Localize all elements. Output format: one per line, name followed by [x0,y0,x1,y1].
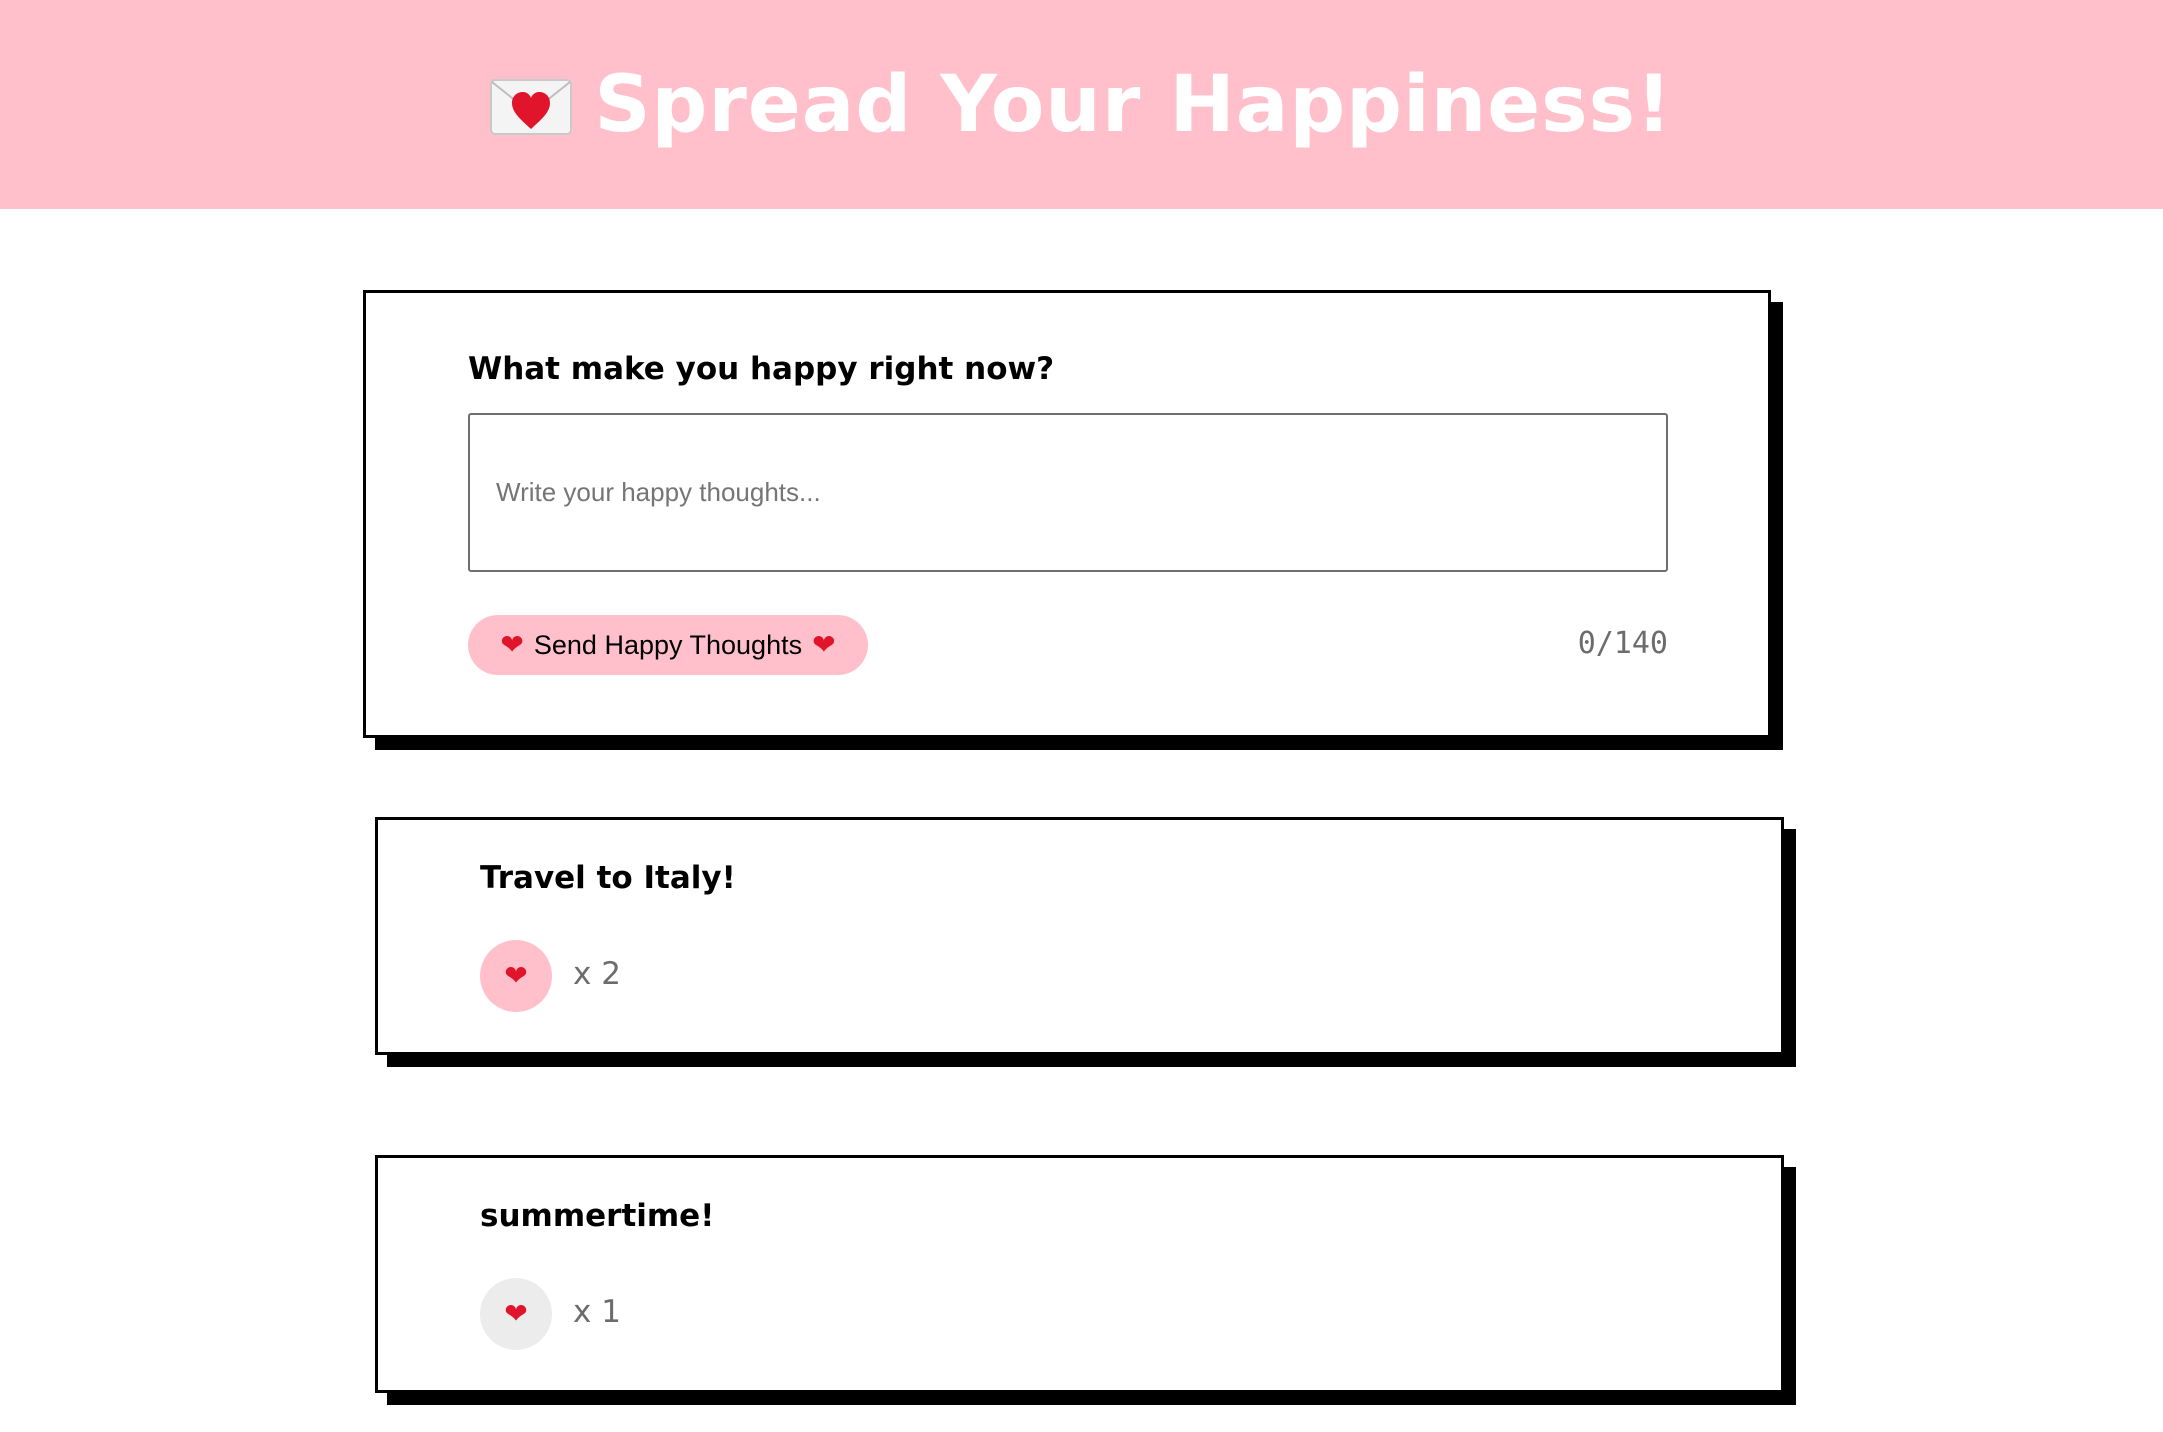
send-happy-thoughts-button[interactable]: ❤ Send Happy Thoughts ❤ [468,615,868,675]
character-counter: 0/140 [1577,626,1668,661]
thought-input[interactable] [468,413,1668,572]
happy-thought-form: What make you happy right now? ❤ Send Ha… [363,290,1771,738]
send-button-label: Send Happy Thoughts [533,629,803,660]
app-header: Spread Your Happiness! [0,0,2163,209]
love-letter-icon [490,78,573,135]
like-count: x 1 [573,1294,621,1330]
like-button[interactable]: ❤ [480,1278,552,1350]
heart-icon: ❤ [500,628,524,661]
like-count: x 2 [573,956,621,992]
heart-icon: ❤ [812,628,836,661]
heart-icon: ❤ [504,959,528,992]
header-title-group: Spread Your Happiness! [490,60,1672,150]
page-title: Spread Your Happiness! [594,59,1673,150]
form-question-label: What make you happy right now? [468,351,1055,387]
heart-icon: ❤ [504,1297,528,1330]
thought-text: Travel to Italy! [480,860,736,896]
like-button[interactable]: ❤ [480,940,552,1012]
thought-card: summertime! ❤ x 1 [375,1155,1784,1393]
thought-text: summertime! [480,1198,715,1234]
thought-card: Travel to Italy! ❤ x 2 [375,817,1784,1055]
